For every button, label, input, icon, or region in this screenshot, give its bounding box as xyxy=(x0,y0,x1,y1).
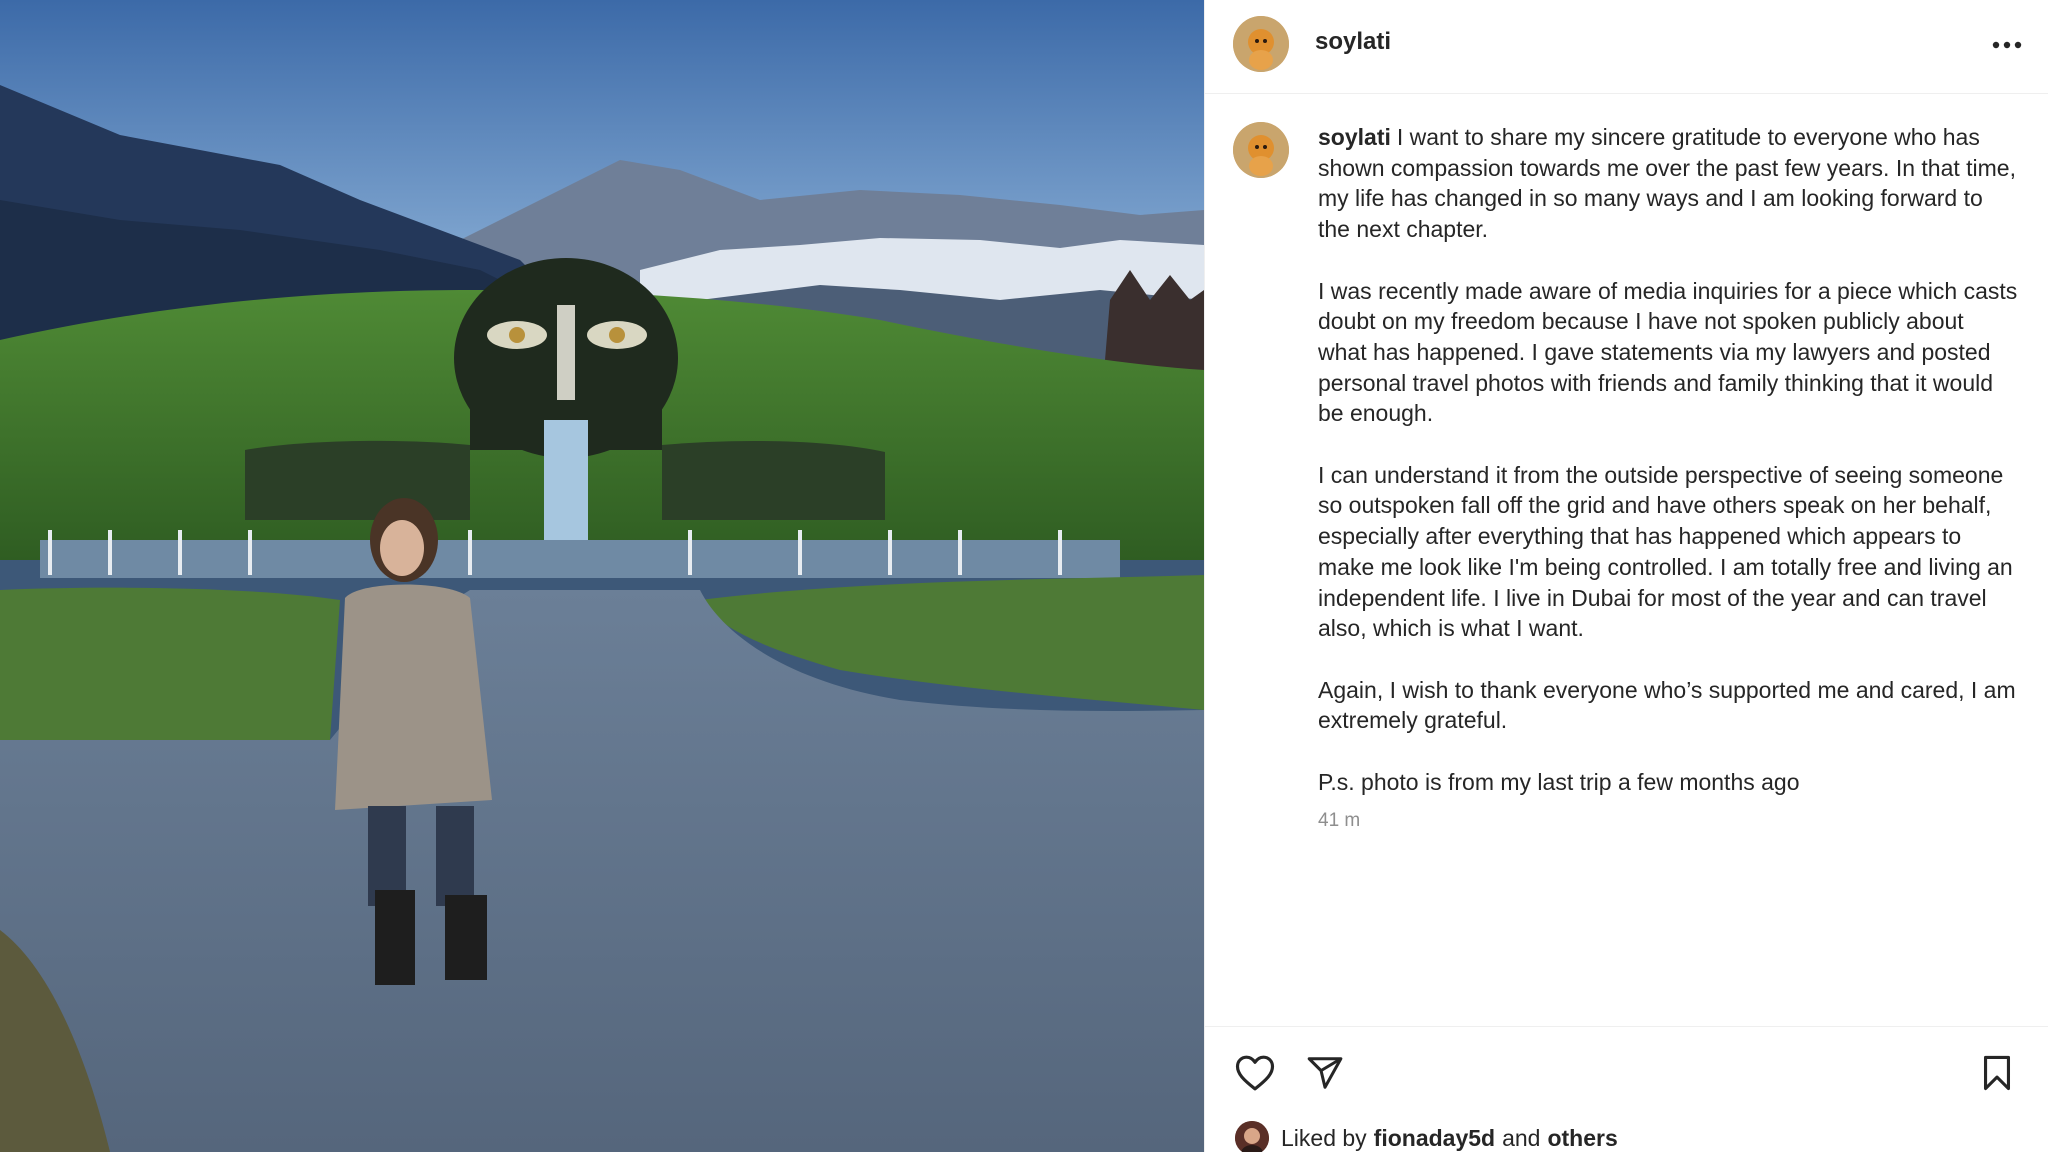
liked-by-connector: and xyxy=(1502,1124,1541,1151)
post-header: soylati xyxy=(1205,0,2048,94)
more-horizontal-icon xyxy=(1992,41,2022,49)
caption-section: soylati I want to share my sincere gratit… xyxy=(1205,94,2048,1024)
caption-paragraph: I can understand it from the outside per… xyxy=(1318,461,2013,642)
caption-username[interactable]: soylati xyxy=(1318,124,1391,150)
caption-paragraph-text: I want to share my sincere gratitude to … xyxy=(1318,124,2016,243)
dog-avatar-image xyxy=(1233,16,1289,72)
instagram-post: soylati soylati I want to share my since… xyxy=(0,0,2048,1152)
post-photo[interactable] xyxy=(0,0,1204,1152)
like-button[interactable] xyxy=(1233,1051,1277,1095)
liked-by-row: Liked by fionaday5d and others xyxy=(1235,1121,1618,1152)
paper-plane-icon xyxy=(1307,1057,1343,1089)
liked-by-prefix: Liked by xyxy=(1281,1124,1367,1151)
liker-username[interactable]: fionaday5d xyxy=(1374,1125,1495,1152)
caption-paragraph: Again, I wish to thank everyone who’s su… xyxy=(1318,676,2016,734)
post-side-panel: soylati soylati I want to share my since… xyxy=(1204,0,2048,1152)
caption-paragraph: P.s. photo is from my last trip a few mo… xyxy=(1318,768,1800,795)
liker-avatar[interactable] xyxy=(1235,1121,1269,1152)
user-avatar-image xyxy=(1235,1121,1269,1152)
more-options-button[interactable] xyxy=(1987,30,2027,60)
author-avatar[interactable] xyxy=(1233,16,1289,72)
share-button[interactable] xyxy=(1303,1051,1347,1095)
liked-by-others-link[interactable]: others xyxy=(1547,1125,1617,1152)
caption-paragraph: soylati I want to share my sincere gratit… xyxy=(1318,122,2018,245)
post-actions: Liked by fionaday5d and others xyxy=(1205,1026,2048,1152)
save-button[interactable] xyxy=(1975,1051,2019,1095)
bookmark-icon xyxy=(1983,1055,2011,1091)
caption-paragraph: I was recently made aware of media inqui… xyxy=(1318,277,2018,427)
dog-avatar-image xyxy=(1233,122,1289,178)
caption-author-avatar[interactable] xyxy=(1233,122,1289,178)
heart-icon xyxy=(1235,1055,1275,1091)
caption-text: soylati I want to share my sincere gratit… xyxy=(1318,122,2018,828)
landscape-photo xyxy=(0,0,1204,1152)
post-timestamp[interactable]: 41 m xyxy=(1318,810,1360,832)
author-username[interactable]: soylati xyxy=(1315,28,1391,56)
